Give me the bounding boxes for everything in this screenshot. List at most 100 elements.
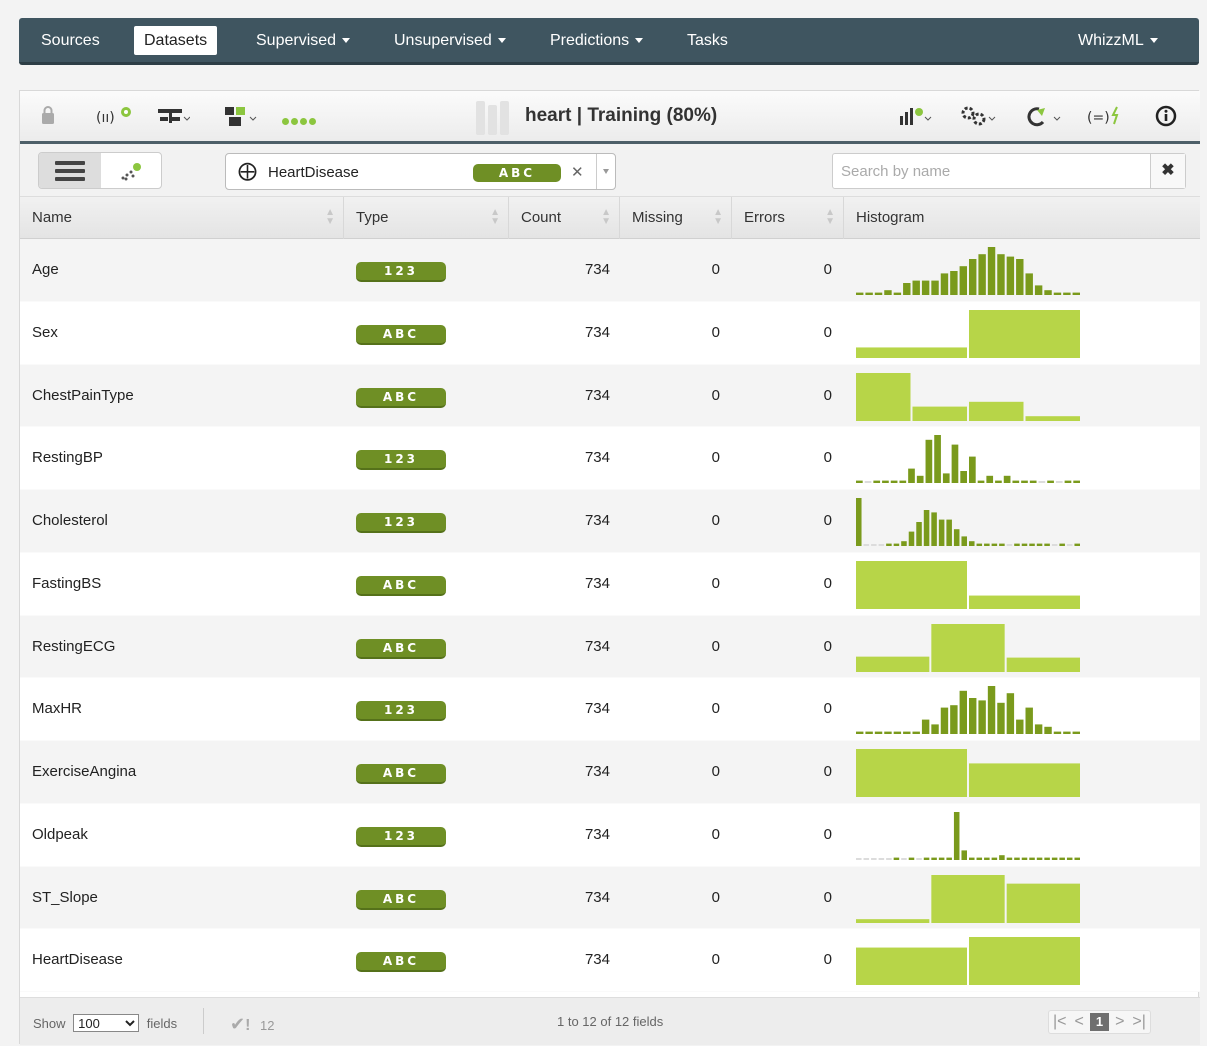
scatter-view-button[interactable] (101, 153, 161, 188)
histogram-bar[interactable] (871, 857, 877, 860)
column-header-errors[interactable]: Errors ▲ ▼ (732, 197, 844, 239)
histogram-bar[interactable] (856, 560, 967, 609)
histogram-bar[interactable] (1063, 731, 1071, 735)
histogram-bar[interactable] (901, 541, 907, 546)
histogram-bar[interactable] (1051, 544, 1058, 546)
first-page-icon[interactable]: |< (1049, 1011, 1071, 1033)
histogram-bar[interactable] (1021, 480, 1028, 484)
histogram-bar[interactable] (938, 857, 945, 860)
formula-icon[interactable]: (=) (1087, 105, 1125, 129)
histogram-bar[interactable] (976, 857, 983, 860)
nav-datasets[interactable]: Datasets (134, 26, 218, 55)
histogram-bar[interactable] (1047, 480, 1054, 484)
histogram-bar[interactable] (1074, 543, 1080, 546)
field-name[interactable]: Sex (32, 302, 58, 364)
histogram-bar[interactable] (901, 857, 907, 860)
histogram-bar[interactable] (931, 280, 939, 295)
histogram-bar[interactable] (934, 435, 941, 484)
field-name[interactable]: ExerciseAngina (32, 741, 136, 803)
histogram-bar[interactable] (1059, 857, 1065, 860)
histogram-bar[interactable] (953, 529, 960, 546)
histogram-bar[interactable] (1034, 724, 1043, 735)
field-histogram[interactable] (856, 496, 1086, 550)
field-name[interactable]: RestingBP (32, 427, 103, 489)
histogram-bar[interactable] (916, 476, 924, 484)
histogram-bar[interactable] (931, 623, 1005, 672)
histogram-bar[interactable] (856, 480, 863, 484)
histogram-bar[interactable] (959, 266, 967, 295)
field-histogram[interactable] (856, 935, 1086, 989)
histogram-bar[interactable] (874, 292, 883, 295)
histogram-bar[interactable] (1025, 707, 1033, 735)
histogram-bar[interactable] (912, 280, 920, 295)
histogram-bar[interactable] (908, 468, 915, 484)
histogram-bar[interactable] (977, 480, 985, 484)
field-histogram[interactable] (856, 433, 1086, 487)
field-name[interactable]: RestingECG (32, 616, 115, 678)
field-name[interactable]: HeartDisease (32, 929, 123, 991)
histogram-bar[interactable] (1064, 480, 1072, 484)
histogram-bar[interactable] (1014, 543, 1020, 546)
histogram-bar[interactable] (865, 292, 873, 295)
histogram-bar[interactable] (863, 857, 870, 860)
histogram-bar[interactable] (893, 292, 902, 295)
lock-icon[interactable] (40, 105, 56, 129)
histogram-bar[interactable] (978, 700, 986, 735)
histogram-bar[interactable] (1029, 857, 1035, 860)
table-row[interactable]: Cholesterol 123 734 0 0 (20, 490, 1200, 553)
histogram-bar[interactable] (961, 850, 967, 860)
histogram-bar[interactable] (969, 541, 975, 546)
histogram-bar[interactable] (950, 271, 958, 295)
field-name[interactable]: Oldpeak (32, 804, 88, 866)
field-histogram[interactable] (856, 747, 1086, 801)
histogram-bar[interactable] (874, 731, 883, 735)
histogram-bar[interactable] (899, 480, 907, 484)
histogram-bar[interactable] (1036, 857, 1043, 860)
histogram-bar[interactable] (1063, 292, 1071, 295)
nav-whizzml[interactable]: WhizzML (1068, 26, 1168, 55)
page-number-current[interactable]: 1 (1089, 1013, 1110, 1031)
table-row[interactable]: ChestPainType ABC 734 0 0 (20, 364, 1200, 428)
histogram-bar[interactable] (921, 280, 930, 295)
histogram-bar[interactable] (1053, 292, 1062, 295)
histogram-bar[interactable] (938, 519, 945, 546)
histogram-bar[interactable] (978, 254, 986, 295)
field-name[interactable]: MaxHR (32, 678, 82, 740)
histogram-bar[interactable] (1006, 256, 1015, 295)
info-icon[interactable] (1155, 105, 1177, 129)
table-row[interactable]: MaxHR 123 734 0 0 (20, 678, 1200, 741)
histogram-bar[interactable] (969, 456, 976, 484)
histogram-bar[interactable] (1044, 543, 1050, 546)
histogram-bar[interactable] (950, 705, 958, 735)
histogram-bar[interactable] (969, 401, 1024, 421)
histogram-bar[interactable] (1073, 480, 1080, 484)
histogram-bar[interactable] (1006, 883, 1080, 923)
column-header-type[interactable]: Type ▲ ▼ (344, 197, 509, 239)
histogram-bar[interactable] (931, 857, 937, 860)
histogram-bar[interactable] (856, 656, 930, 672)
histogram-bar[interactable] (863, 544, 870, 546)
histogram-bar[interactable] (893, 543, 900, 546)
histogram-bar[interactable] (987, 686, 996, 735)
histogram-bar[interactable] (984, 857, 990, 860)
histogram-bar[interactable] (1021, 857, 1028, 860)
histogram-bar[interactable] (1053, 731, 1062, 735)
histogram-bar[interactable] (856, 947, 967, 986)
histogram-bar[interactable] (1012, 480, 1020, 484)
histogram-bar[interactable] (969, 937, 1080, 986)
histogram-bar[interactable] (976, 543, 983, 546)
table-row[interactable]: RestingBP 123 734 0 0 (20, 427, 1200, 490)
histogram-bar[interactable] (878, 857, 885, 860)
histogram-bar[interactable] (864, 481, 872, 484)
histogram-bar[interactable] (884, 731, 892, 735)
histogram-bar[interactable] (1021, 543, 1028, 546)
histogram-bar[interactable] (999, 854, 1005, 860)
field-name[interactable]: ChestPainType (32, 365, 134, 427)
field-histogram[interactable] (856, 810, 1086, 864)
histogram-bar[interactable] (1006, 693, 1015, 735)
histogram-bar[interactable] (1025, 273, 1033, 295)
split-icon[interactable] (156, 105, 191, 129)
histogram-bar[interactable] (884, 290, 892, 295)
histogram-bar[interactable] (1074, 857, 1080, 860)
histogram-bar[interactable] (931, 874, 1005, 923)
